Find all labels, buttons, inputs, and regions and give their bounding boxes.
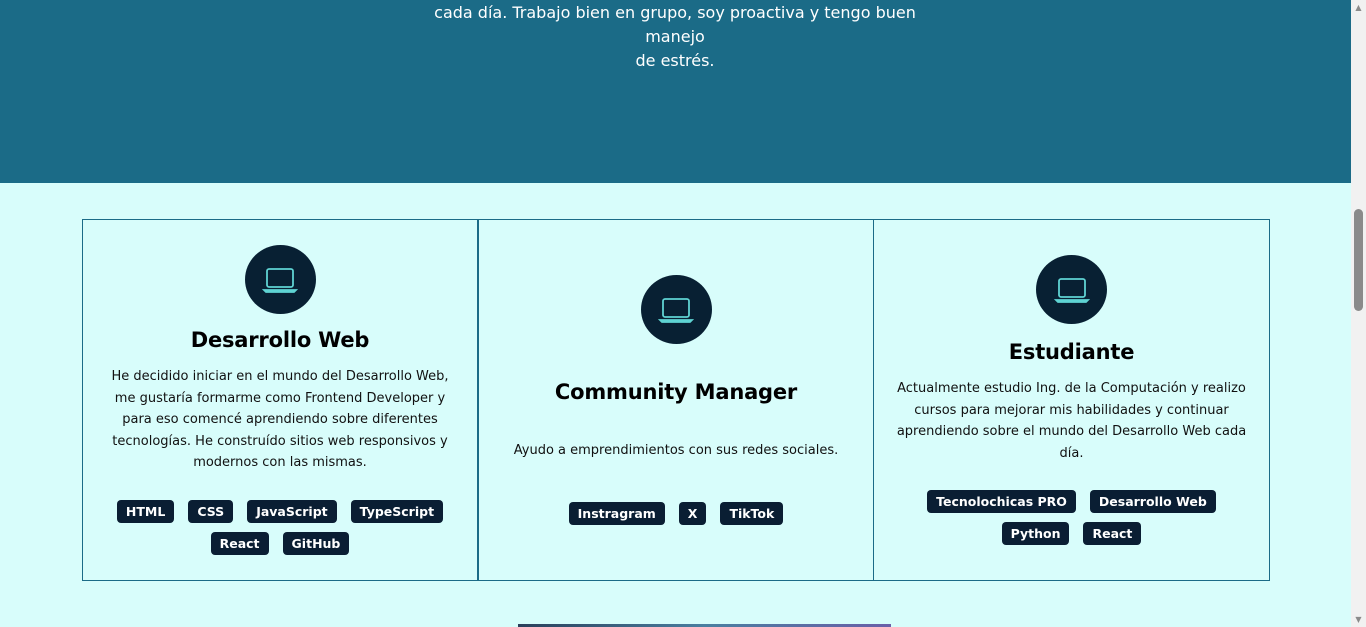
tag-javascript: JavaScript <box>247 499 337 523</box>
about-section: cada día. Trabajo bien en grupo, soy pro… <box>0 0 1351 183</box>
scrollbar-thumb[interactable] <box>1354 209 1363 311</box>
card-desarrollo-web: Desarrollo Web He decidido iniciar en el… <box>82 219 478 581</box>
scroll-up-arrow-icon[interactable]: ▲ <box>1351 0 1366 15</box>
scroll-down-arrow-icon[interactable]: ▼ <box>1351 612 1366 627</box>
tag-html: HTML <box>116 499 175 523</box>
laptop-icon <box>244 245 316 315</box>
tag-list: Instragram X TikTok <box>568 501 784 525</box>
tag-react: React <box>1083 522 1142 545</box>
card-community-manager: Community Manager Ayudo a emprendimiento… <box>478 219 874 581</box>
card-description: Ayudo a emprendimientos con sus redes so… <box>513 443 839 459</box>
tag-typescript: TypeScript <box>350 499 444 523</box>
tag-css: CSS <box>188 499 234 523</box>
tag-list: Tecnolochicas PRO Desarrollo Web Python … <box>892 490 1251 545</box>
card-title: Estudiante <box>1008 340 1135 364</box>
card-title: Desarrollo Web <box>190 328 370 353</box>
card-title: Community Manager <box>554 380 798 405</box>
card-description: Actualmente estudio Ing. de la Computaci… <box>896 381 1247 461</box>
card-description: He decidido iniciar en el mundo del Desa… <box>111 369 449 471</box>
about-text-line-2: de estrés. <box>635 51 715 70</box>
scrollbar[interactable]: ▲ ▼ <box>1351 0 1366 627</box>
about-text: cada día. Trabajo bien en grupo, soy pro… <box>405 1 945 73</box>
tag-desarrollo-web: Desarrollo Web <box>1089 490 1216 513</box>
laptop-icon <box>1036 255 1107 324</box>
services-cards: Desarrollo Web He decidido iniciar en el… <box>82 219 1270 581</box>
tag-tecnolochicas-pro: Tecnolochicas PRO <box>927 490 1076 513</box>
tag-x: X <box>678 501 707 525</box>
about-text-line-1: cada día. Trabajo bien en grupo, soy pro… <box>434 3 916 46</box>
laptop-icon <box>640 275 712 345</box>
tag-instagram: Instragram <box>568 501 665 525</box>
tag-react: React <box>210 531 269 555</box>
tag-list: HTML CSS JavaScript TypeScript React Git… <box>101 499 459 555</box>
card-estudiante: Estudiante Actualmente estudio Ing. de l… <box>874 219 1270 581</box>
tag-tiktok: TikTok <box>720 501 784 525</box>
tag-python: Python <box>1001 522 1070 545</box>
tag-github: GitHub <box>282 531 350 555</box>
page: cada día. Trabajo bien en grupo, soy pro… <box>0 0 1351 627</box>
